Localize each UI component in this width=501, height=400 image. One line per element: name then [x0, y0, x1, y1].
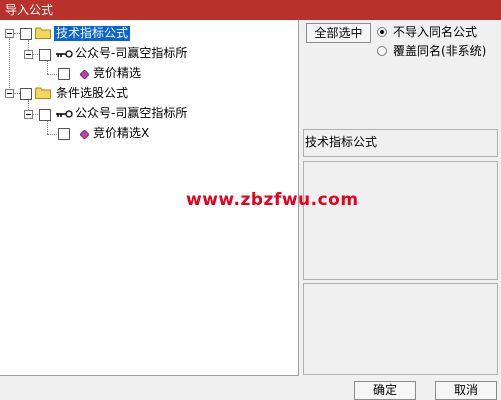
cancel-button[interactable]: 取消 — [435, 381, 497, 400]
radio-skip-label: 不导入同名公式 — [393, 25, 478, 39]
key-icon — [56, 110, 73, 118]
radio-overwrite-label: 覆盖同名(非系统) — [393, 44, 487, 58]
select-all-button[interactable]: 全部选中 — [306, 23, 371, 43]
checkbox-gzh-1[interactable] — [39, 49, 51, 61]
collapse-toggle-icon[interactable] — [5, 29, 14, 38]
checkbox-jingjia[interactable] — [58, 68, 70, 80]
tree-node-label[interactable]: 公众号-司赢空指标所 — [75, 46, 187, 61]
formula-diamond-icon — [80, 70, 89, 79]
folder-icon — [35, 87, 51, 99]
checkbox-screening-formulas[interactable] — [20, 88, 32, 100]
formula-type-text: 技术指标公式 — [305, 135, 378, 149]
window-title: 导入公式 — [5, 3, 54, 17]
folder-icon — [35, 27, 51, 39]
collapse-toggle-icon[interactable] — [5, 89, 14, 98]
tree-node-label[interactable]: 公众号-司赢空指标所 — [75, 106, 187, 121]
collapse-toggle-icon[interactable] — [24, 110, 33, 119]
formula-description-box — [303, 161, 498, 280]
checkbox-gzh-2[interactable] — [39, 109, 51, 121]
tree-node-label[interactable]: 技术指标公式 — [54, 26, 131, 41]
key-icon — [56, 50, 73, 58]
radio-unselected-icon[interactable] — [377, 46, 387, 56]
formula-diamond-icon — [80, 130, 89, 139]
watermark-text: www.zbzfwu.com — [186, 190, 359, 210]
tree-node-label[interactable]: 竞价精选X — [93, 126, 149, 141]
formula-params-box — [303, 283, 498, 375]
checkbox-technical-formulas[interactable] — [20, 28, 32, 40]
radio-selected-icon[interactable] — [377, 27, 387, 37]
tree-node-label[interactable]: 条件选股公式 — [56, 86, 128, 101]
collapse-toggle-icon[interactable] — [24, 50, 33, 59]
radio-overwrite-duplicates[interactable]: 覆盖同名(非系统) — [377, 43, 501, 59]
checkbox-jingjia-x[interactable] — [58, 128, 70, 140]
title-bar: 导入公式 — [0, 0, 501, 20]
radio-skip-duplicates[interactable]: 不导入同名公式 — [377, 24, 497, 40]
tree-node-label[interactable]: 竞价精选 — [93, 66, 141, 81]
ok-button[interactable]: 确定 — [354, 381, 416, 400]
formula-type-field: 技术指标公式 — [303, 129, 498, 157]
